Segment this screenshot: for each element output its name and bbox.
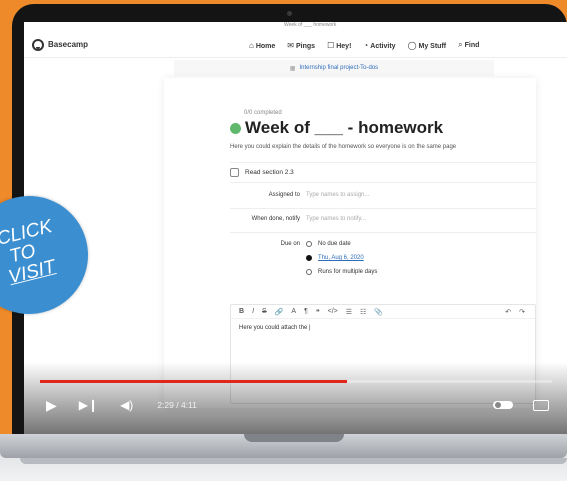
duration: 4:11 xyxy=(180,400,197,410)
editor-toolbar: B I S 🔗 A ¶ ❝ </> ☰ ☷ 📎 ↶ ↷ xyxy=(231,305,535,319)
breadcrumb-todos[interactable]: To-dos xyxy=(360,65,378,71)
bullet-list-icon[interactable]: ☰ xyxy=(346,308,352,316)
pings-icon: ✉ xyxy=(287,40,294,50)
current-time: 2:29 xyxy=(157,400,174,410)
notify-input[interactable]: Type names to notify... xyxy=(306,216,366,222)
todo-item: Read section 2.3 xyxy=(230,166,536,178)
notify-label: When done, notify xyxy=(251,216,300,222)
completed-count: 0/0 completed xyxy=(244,110,282,116)
assigned-label: Assigned to xyxy=(268,192,300,198)
due-option-none[interactable]: No due date xyxy=(318,241,351,247)
video-time: 2:29 / 4:11 xyxy=(157,400,197,410)
video-progress-fill xyxy=(40,380,348,383)
todo-item-label[interactable]: Read section 2.3 xyxy=(245,169,294,176)
autoplay-toggle[interactable] xyxy=(493,401,513,409)
main-nav: ⌂ Home ✉ Pings ☐ Hey! ◔ Activity ◯ My Stuff ⌕… xyxy=(249,32,479,58)
due-radio-multi[interactable] xyxy=(306,269,312,275)
notify-row: When done, notify Type names to notify..… xyxy=(230,216,366,222)
code-icon[interactable]: </> xyxy=(328,308,338,315)
breadcrumb: ▦ Internship final project › To-dos xyxy=(174,60,494,76)
italic-icon[interactable]: I xyxy=(252,308,254,315)
next-icon[interactable]: ▶❙ xyxy=(79,398,98,412)
hey-icon: ☐ xyxy=(327,40,335,50)
nav-my-stuff[interactable]: ◯ My Stuff xyxy=(408,41,447,50)
due-option-multi[interactable]: Runs for multiple days xyxy=(318,269,377,275)
divider xyxy=(230,232,536,233)
laptop-notch xyxy=(244,434,344,442)
due-radio-none[interactable] xyxy=(306,241,312,247)
assigned-row: Assigned to Type names to assign... xyxy=(230,192,370,198)
strikethrough-icon[interactable]: S xyxy=(262,308,267,315)
editor-content[interactable]: Here you could attach the | xyxy=(231,319,535,337)
numbered-list-icon[interactable]: ☷ xyxy=(360,308,366,316)
camera-icon xyxy=(287,11,292,16)
due-row-date: Thu, Aug 6, 2020 xyxy=(306,255,364,261)
laptop-screen: Week of ___ homework Basecamp ⌂ Home ✉ Pin… xyxy=(24,22,567,434)
video-controls-right xyxy=(493,399,549,411)
nav-home[interactable]: ⌂ Home xyxy=(249,41,275,50)
app-header: Basecamp ⌂ Home ✉ Pings ☐ Hey! ◔ Activity ◯ M… xyxy=(24,32,567,58)
captions-icon[interactable] xyxy=(533,399,549,411)
redo-icon[interactable]: ↷ xyxy=(519,308,525,316)
todo-list-title: Week of ___ - homework xyxy=(245,118,444,137)
due-row: Due on No due date xyxy=(230,241,351,247)
divider xyxy=(230,208,536,209)
todo-list-description: Here you could explain the details of th… xyxy=(230,144,457,150)
progress-dot-icon xyxy=(230,122,241,134)
todo-checkbox[interactable] xyxy=(230,167,239,177)
divider xyxy=(230,182,536,183)
laptop-foot xyxy=(20,458,567,464)
due-row-multi: Runs for multiple days xyxy=(306,269,377,275)
app-name: Basecamp xyxy=(48,40,89,49)
bold-icon[interactable]: B xyxy=(239,308,244,315)
due-option-date[interactable]: Thu, Aug 6, 2020 xyxy=(318,255,364,261)
todo-list-card: 0/0 completed Week of ___ - homework Her… xyxy=(164,78,536,408)
assigned-input[interactable]: Type names to assign... xyxy=(306,192,369,198)
video-progress-bar[interactable] xyxy=(40,380,552,383)
home-icon: ⌂ xyxy=(249,40,254,50)
quote-icon[interactable]: ❝ xyxy=(316,308,320,316)
play-icon[interactable]: ▶ xyxy=(46,397,57,414)
basecamp-logo[interactable]: Basecamp xyxy=(32,38,89,51)
text-color-icon[interactable]: A xyxy=(291,308,296,315)
due-label: Due on xyxy=(280,241,300,247)
nav-activity[interactable]: ◔ Activity xyxy=(363,41,395,50)
nav-find[interactable]: ⌕ Find xyxy=(458,40,479,50)
video-controls: ▶ ▶❙ ◀) 2:29 / 4:11 xyxy=(24,390,567,420)
volume-icon[interactable]: ◀) xyxy=(120,398,133,412)
link-icon[interactable]: 🔗 xyxy=(275,308,284,316)
heading-icon[interactable]: ¶ xyxy=(304,308,308,315)
breadcrumb-project[interactable]: Internship final project xyxy=(299,65,358,71)
my-stuff-icon: ◯ xyxy=(407,40,417,50)
undo-icon[interactable]: ↶ xyxy=(505,308,511,316)
divider xyxy=(230,162,536,163)
nav-pings[interactable]: ✉ Pings xyxy=(287,41,315,50)
undo-redo-group: ↶ ↷ xyxy=(505,308,525,316)
basecamp-logo-icon xyxy=(32,38,44,51)
window-title: Week of ___ homework xyxy=(284,22,337,28)
due-radio-date[interactable] xyxy=(306,255,312,261)
project-icon: ▦ xyxy=(289,65,296,72)
attach-icon[interactable]: 📎 xyxy=(374,308,383,316)
nav-hey[interactable]: ☐ Hey! xyxy=(327,41,351,50)
activity-icon: ◔ xyxy=(363,40,369,50)
search-icon: ⌕ xyxy=(458,40,463,49)
page-title: Week of ___ - homework xyxy=(230,118,443,138)
